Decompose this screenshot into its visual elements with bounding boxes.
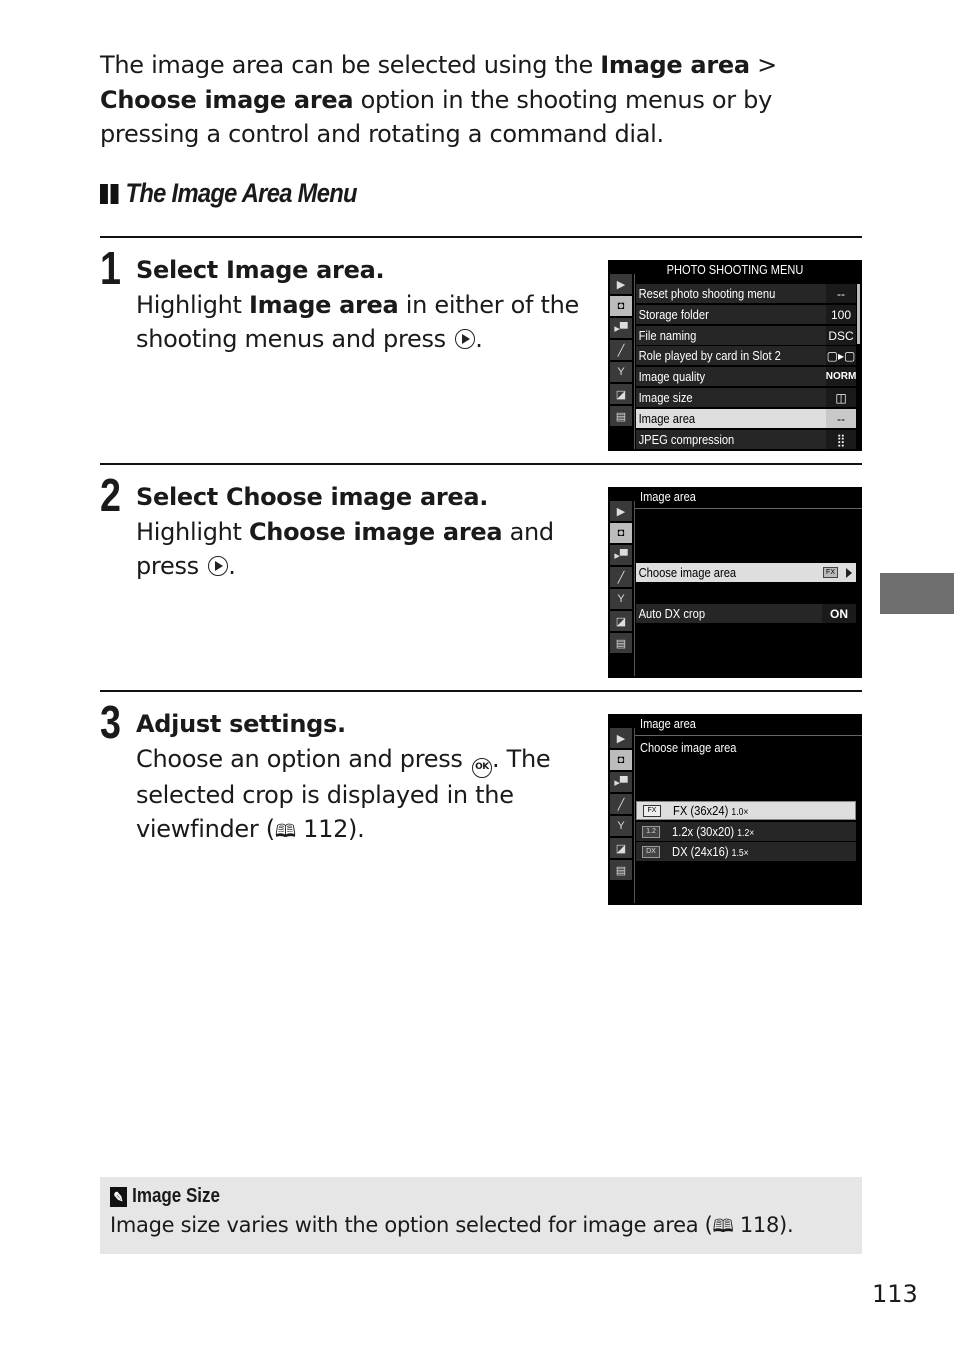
option-item: 1.2 1.2x (30x20) 1.2× — [636, 822, 856, 841]
book-reference-icon: 🕮 — [712, 1216, 734, 1237]
option-item-selected: FX FX (36x24) 1.0× — [636, 801, 856, 820]
pencil-note-icon: ✎ — [110, 1186, 127, 1207]
movie-icon: ▸▀ — [610, 545, 632, 565]
my-menu-icon: ▤ — [610, 633, 632, 653]
menu-item: Storage folder 100 — [636, 305, 856, 324]
pencil-icon: ╱ — [610, 340, 632, 360]
menu-item: Reset photo shooting menu -- — [636, 284, 856, 303]
camera-icon: ◘ — [610, 750, 632, 770]
playback-icon: ▶ — [610, 274, 632, 294]
step-title: Select Choose image area. — [136, 483, 489, 511]
camera-icon: ◘ — [610, 296, 632, 316]
note-box: ✎ Image Size Image size varies with the … — [100, 1177, 862, 1254]
menu-item: Role played by card in Slot 2 ▢▸▢ — [636, 346, 856, 365]
page-number: 113 — [872, 1280, 918, 1308]
fx-icon: FX — [643, 804, 661, 817]
option-item: DX DX (24x16) 1.5× — [636, 842, 856, 861]
menu-item: File naming DSC — [636, 326, 856, 345]
my-menu-icon: ▤ — [610, 860, 632, 880]
section-marker-icon — [100, 183, 119, 204]
step-description: Highlight Image area in either of the sh… — [136, 290, 579, 354]
scrollbar — [857, 284, 860, 344]
pencil-icon: ╱ — [610, 567, 632, 587]
retouch-icon: ◪ — [610, 611, 632, 631]
book-reference-icon: 🕮 — [274, 821, 296, 842]
menu-item: JPEG compression ⣿ — [636, 430, 856, 449]
menu-item: Auto DX crop ON — [636, 604, 856, 623]
my-menu-icon: ▤ — [610, 406, 632, 426]
wrench-icon: Y — [610, 589, 632, 609]
step-number: 1 — [100, 242, 121, 294]
menu-tab-rail: ▶ ◘ ▸▀ ╱ Y ◪ ▤ — [610, 501, 632, 653]
retouch-icon: ◪ — [610, 838, 632, 858]
movie-icon: ▸▀ — [610, 772, 632, 792]
fx-icon: FX — [823, 567, 838, 578]
wrench-icon: Y — [610, 362, 632, 382]
multi-selector-right-icon — [455, 329, 476, 349]
step-description: Highlight Choose image area and press . — [136, 517, 554, 581]
camera-screen-choose-image-area: Image area Choose image area ▶ ◘ ▸▀ ╱ Y … — [608, 714, 862, 905]
menu-item: Image size ◫ — [636, 388, 856, 407]
screen-title: Image area — [640, 716, 696, 731]
step-divider — [100, 236, 862, 238]
section-heading: The Image Area Menu — [100, 178, 358, 209]
menu-item: Image quality NORM — [636, 367, 856, 386]
camera-screen-image-area: Image area ▶ ◘ ▸▀ ╱ Y ◪ ▤ Choose image a… — [608, 487, 862, 678]
movie-icon: ▸▀ — [610, 318, 632, 338]
dx-icon: DX — [642, 845, 660, 858]
playback-icon: ▶ — [610, 501, 632, 521]
step-description: Choose an option and press OK. The selec… — [136, 742, 596, 850]
playback-icon: ▶ — [610, 728, 632, 748]
retouch-icon: ◪ — [610, 384, 632, 404]
intro-paragraph: The image area can be selected using the… — [100, 51, 777, 148]
screen-title: Image area — [640, 489, 696, 504]
multi-selector-right-icon — [208, 556, 229, 576]
step-title: Adjust settings. — [136, 710, 346, 738]
chapter-thumb-tab — [880, 573, 954, 614]
ok-button-icon: OK — [471, 757, 492, 778]
step-number: 2 — [100, 469, 121, 521]
menu-item-selected: Choose image area FX — [636, 563, 856, 582]
arrow-right-icon — [846, 567, 852, 578]
section-title: The Image Area Menu — [125, 178, 358, 208]
step-title: Select Image area. — [136, 256, 385, 284]
camera-screen-photo-shooting-menu: PHOTO SHOOTING MENU ▶ ◘ ▸▀ ╱ Y ◪ ▤ Reset… — [608, 260, 862, 451]
step-number: 3 — [100, 696, 121, 748]
wrench-icon: Y — [610, 816, 632, 836]
pencil-icon: ╱ — [610, 794, 632, 814]
note-title: Image Size — [132, 1185, 220, 1207]
screen-title: PHOTO SHOOTING MENU — [666, 262, 804, 277]
step-divider — [100, 463, 862, 465]
note-body: Image size varies with the option select… — [110, 1213, 794, 1244]
menu-tab-rail: ▶ ◘ ▸▀ ╱ Y ◪ ▤ — [610, 274, 632, 426]
screen-subtitle: Choose image area — [640, 740, 737, 755]
menu-tab-rail: ▶ ◘ ▸▀ ╱ Y ◪ ▤ — [610, 728, 632, 880]
crop-1-2x-icon: 1.2 — [642, 825, 660, 838]
menu-item-selected: Image area -- — [636, 409, 856, 428]
step-divider — [100, 690, 862, 692]
camera-icon: ◘ — [610, 523, 632, 543]
